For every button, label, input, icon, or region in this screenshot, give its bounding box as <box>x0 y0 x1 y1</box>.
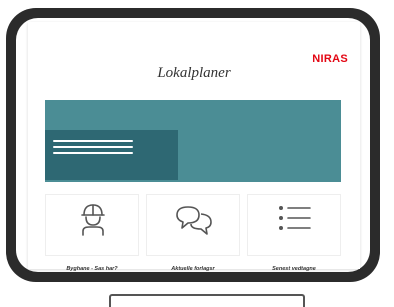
card-label-aktuelle: Aktuelle forlagsr <box>171 266 215 272</box>
tablet-screen: NIRAS Lokalplaner Byghane - Sas har? Akt… <box>16 18 370 272</box>
hero-text-line <box>53 140 133 142</box>
niras-logo[interactable]: NIRAS <box>312 53 348 65</box>
page-title: Lokalplaner <box>157 65 231 81</box>
app-page: NIRAS Lokalplaner Byghane - Sas har? Akt… <box>28 22 360 272</box>
card-label-senest: Senest vedtagne <box>272 266 316 272</box>
chat-bubbles-icon <box>176 206 212 235</box>
hero-text-panel <box>45 130 178 180</box>
hero-text-line <box>53 152 133 154</box>
card-senest[interactable] <box>247 194 341 256</box>
worker-helmet-icon <box>81 204 105 236</box>
hero-banner <box>45 100 341 182</box>
card-aktuelle[interactable] <box>146 194 240 256</box>
tablet-frame: NIRAS Lokalplaner Byghane - Sas har? Akt… <box>6 8 380 282</box>
list-icon <box>279 206 311 230</box>
hero-text-line <box>53 146 133 148</box>
card-label-byghane: Byghane - Sas har? <box>66 266 118 272</box>
card-byghane[interactable] <box>45 194 139 256</box>
card-row <box>45 194 341 256</box>
tablet-stand <box>109 294 305 307</box>
